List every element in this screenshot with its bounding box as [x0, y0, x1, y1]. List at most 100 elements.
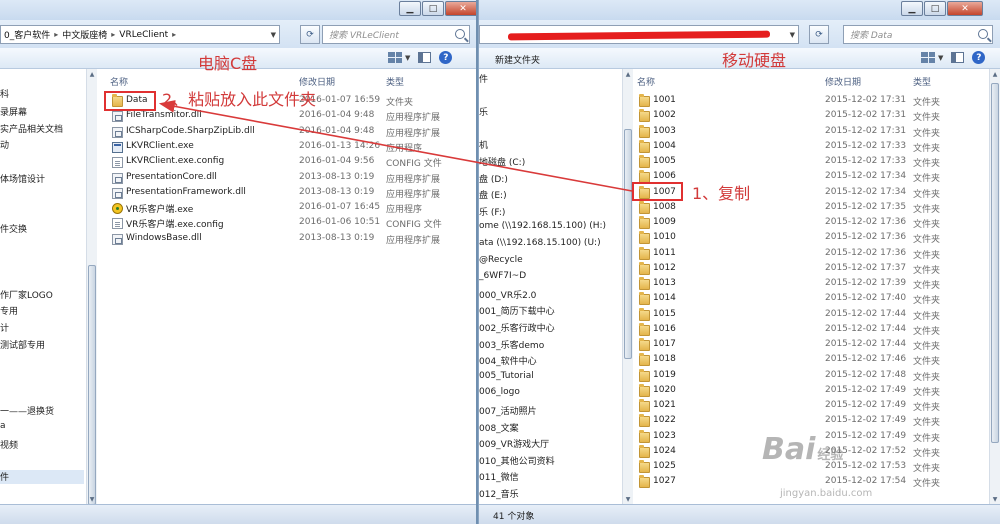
file-row[interactable]: FileTransmitor.dll 2016-01-04 9:48 应用程序扩展: [100, 109, 476, 124]
folder-row[interactable]: 1014 2015-12-02 17:40 文件夹: [637, 292, 987, 307]
nav-item[interactable]: 专用: [0, 304, 18, 317]
scroll-up-icon[interactable]: ▲: [990, 69, 1000, 79]
nav-item[interactable]: 作厂家LOGO: [0, 288, 53, 301]
right-nav-scrollbar[interactable]: ▲ ▼: [622, 69, 633, 504]
file-row[interactable]: LKVRClient.exe 2016-01-13 14:26 应用程序: [100, 140, 476, 155]
file-row[interactable]: VR乐客户端.exe.config 2016-01-06 10:51 CONFIG …: [100, 216, 476, 231]
nav-item[interactable]: a: [0, 421, 6, 431]
nav-item[interactable]: 012_音乐: [479, 487, 519, 500]
nav-item[interactable]: _6WF7I~D: [479, 271, 526, 281]
nav-item[interactable]: 011_微信: [479, 470, 519, 483]
breadcrumb-sep-icon[interactable]: ▸: [54, 30, 58, 39]
nav-item[interactable]: 机: [479, 138, 488, 151]
file-row[interactable]: VR乐客户端.exe 2016-01-07 16:45 应用程序: [100, 201, 476, 216]
folder-row[interactable]: 1017 2015-12-02 17:44 文件夹: [637, 338, 987, 353]
close-button[interactable]: ✕: [445, 1, 476, 16]
left-address-bar[interactable]: 0_客户软件 ▸ 中文版座椅 ▸ VRLeClient ▸ ▼: [0, 25, 280, 44]
folder-row[interactable]: 1005 2015-12-02 17:33 文件夹: [637, 155, 987, 170]
view-mode-icon[interactable]: [921, 52, 935, 63]
nav-item[interactable]: 006_logo: [479, 387, 520, 397]
scroll-up-icon[interactable]: ▲: [623, 69, 633, 79]
nav-item[interactable]: 计: [0, 321, 9, 334]
nav-item[interactable]: 盘 (D:): [479, 172, 508, 185]
preview-pane-icon[interactable]: [951, 52, 965, 63]
nav-item[interactable]: 件交换: [0, 222, 27, 235]
nav-item[interactable]: 005_Tutorial: [479, 371, 534, 381]
nav-item[interactable]: 008_文案: [479, 421, 519, 434]
column-header-date[interactable]: 修改日期: [825, 75, 861, 88]
folder-row[interactable]: 1016 2015-12-02 17:44 文件夹: [637, 322, 987, 338]
folder-row[interactable]: 1012 2015-12-02 17:37 文件夹: [637, 261, 987, 277]
right-address-bar[interactable]: ▼: [479, 25, 799, 44]
column-header-type[interactable]: 类型: [913, 75, 931, 88]
nav-item[interactable]: 乐: [479, 105, 488, 118]
folder-row[interactable]: 1022 2015-12-02 17:49 文件夹: [637, 414, 987, 429]
nav-item[interactable]: 件: [0, 470, 84, 484]
right-files-scrollbar[interactable]: ▲ ▼: [989, 69, 1000, 504]
help-icon[interactable]: ?: [439, 51, 453, 64]
scroll-thumb[interactable]: [991, 83, 999, 443]
scroll-down-icon[interactable]: ▼: [623, 494, 633, 504]
left-search-box[interactable]: 搜索 VRLeClient: [322, 25, 470, 44]
nav-item[interactable]: 体场馆设计: [0, 172, 45, 185]
preview-pane-icon[interactable]: [418, 52, 432, 63]
scroll-thumb[interactable]: [88, 265, 96, 505]
nav-item[interactable]: 科: [0, 87, 9, 100]
file-row[interactable]: PresentationFramework.dll 2013-08-13 0:19…: [100, 186, 476, 201]
new-folder-button[interactable]: 新建文件夹: [495, 53, 540, 66]
file-row[interactable]: LKVRClient.exe.config 2016-01-04 9:56 CONF…: [100, 155, 476, 170]
folder-row[interactable]: 1001 2015-12-02 17:31 文件夹: [637, 94, 987, 109]
column-header-name[interactable]: 名称: [637, 75, 655, 88]
view-dropdown-icon[interactable]: ▼: [405, 54, 410, 62]
nav-item[interactable]: 地磁盘 (C:): [479, 155, 525, 168]
breadcrumb-2[interactable]: VRLeClient: [119, 30, 168, 40]
file-row[interactable]: ICSharpCode.SharpZipLib.dll 2016-01-04 9:…: [100, 125, 476, 140]
folder-row[interactable]: 1021 2015-12-02 17:49 文件夹: [637, 399, 987, 414]
nav-item[interactable]: 测试部专用: [0, 338, 45, 351]
file-row[interactable]: WindowsBase.dll 2013-08-13 0:19 应用程序扩展: [100, 232, 476, 247]
help-icon[interactable]: ?: [972, 51, 986, 64]
folder-row[interactable]: 1019 2015-12-02 17:48 文件夹: [637, 368, 987, 384]
folder-row[interactable]: 1013 2015-12-02 17:39 文件夹: [637, 277, 987, 292]
column-header-type[interactable]: 类型: [386, 75, 404, 88]
folder-row[interactable]: 1008 2015-12-02 17:35 文件夹: [637, 200, 987, 216]
refresh-button[interactable]: ⟳: [300, 25, 320, 44]
right-search-box[interactable]: 搜索 Data: [843, 25, 993, 44]
nav-item[interactable]: 视频: [0, 438, 18, 451]
folder-row[interactable]: 1006 2015-12-02 17:34 文件夹: [637, 170, 987, 185]
nav-item[interactable]: 实产品相关文档: [0, 122, 63, 135]
view-mode-icon[interactable]: [388, 52, 402, 63]
column-header-name[interactable]: 名称: [110, 75, 128, 88]
breadcrumb-0[interactable]: 0_客户软件: [4, 28, 50, 41]
nav-item[interactable]: 002_乐客行政中心: [479, 321, 555, 334]
nav-item[interactable]: 007_活动照片: [479, 404, 537, 417]
folder-row[interactable]: 1018 2015-12-02 17:46 文件夹: [637, 353, 987, 368]
view-dropdown-icon[interactable]: ▼: [938, 54, 943, 62]
search-icon[interactable]: [455, 29, 465, 39]
folder-row[interactable]: 1011 2015-12-02 17:36 文件夹: [637, 246, 987, 262]
minimize-button[interactable]: ▁: [901, 1, 923, 16]
folder-row[interactable]: 1004 2015-12-02 17:33 文件夹: [637, 139, 987, 155]
folder-row[interactable]: 1009 2015-12-02 17:36 文件夹: [637, 216, 987, 231]
folder-row[interactable]: 1003 2015-12-02 17:31 文件夹: [637, 124, 987, 140]
address-dropdown-icon[interactable]: ▼: [271, 31, 276, 39]
nav-item[interactable]: 003_乐客demo: [479, 338, 544, 351]
nav-item[interactable]: 乐 (F:): [479, 205, 505, 218]
nav-item[interactable]: 001_简历下载中心: [479, 304, 555, 317]
nav-item[interactable]: 一——退换货: [0, 404, 54, 417]
nav-item[interactable]: 009_VR游戏大厅: [479, 437, 549, 450]
search-icon[interactable]: [978, 29, 988, 39]
address-dropdown-icon[interactable]: ▼: [790, 31, 795, 39]
scroll-down-icon[interactable]: ▼: [87, 494, 97, 504]
folder-row[interactable]: 1015 2015-12-02 17:44 文件夹: [637, 307, 987, 323]
nav-item[interactable]: 010_其他公司资料: [479, 454, 555, 467]
nav-item[interactable]: 盘 (E:): [479, 188, 507, 201]
file-row[interactable]: PresentationCore.dll 2013-08-13 0:19 应用程序扩…: [100, 171, 476, 186]
folder-row[interactable]: 1007 2015-12-02 17:34 文件夹: [637, 185, 987, 201]
breadcrumb-1[interactable]: 中文版座椅: [62, 28, 107, 41]
scroll-thumb[interactable]: [624, 129, 632, 359]
nav-item[interactable]: 004_软件中心: [479, 354, 537, 367]
minimize-button[interactable]: ▁: [399, 1, 421, 16]
left-nav-scrollbar[interactable]: ▲ ▼: [86, 69, 97, 505]
nav-item[interactable]: ome (\\192.168.15.100) (H:): [479, 221, 606, 231]
